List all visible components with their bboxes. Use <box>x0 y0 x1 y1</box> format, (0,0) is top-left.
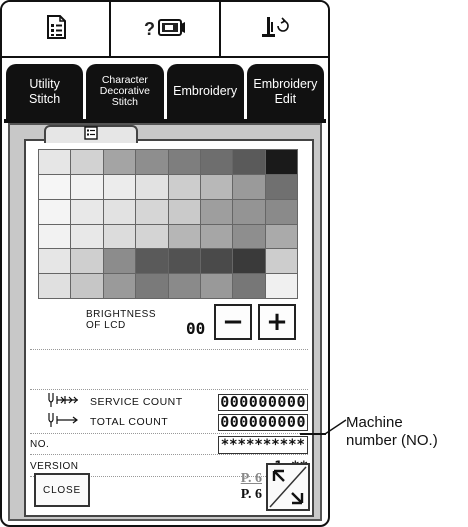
palette-swatch[interactable] <box>103 150 137 175</box>
total-count-value: 000000000 <box>218 412 308 431</box>
service-count-icon <box>46 392 80 413</box>
palette-swatch[interactable] <box>265 174 298 200</box>
machine-number-label: NO. <box>30 439 50 450</box>
brightness-label: BRIGHTNESS OF LCD <box>86 309 157 331</box>
palette-swatch[interactable] <box>168 224 201 250</box>
settings-page-tab <box>44 125 138 143</box>
palette-swatch[interactable] <box>200 199 234 225</box>
brightness-increase-button[interactable]: + <box>258 304 296 340</box>
palette-swatch[interactable] <box>103 249 137 275</box>
tab-embroidery[interactable]: Embroidery <box>166 64 244 119</box>
page-indicator: P. 6 P. 6 <box>230 471 262 503</box>
palette-swatch[interactable] <box>39 199 72 225</box>
palette-swatch[interactable] <box>200 224 234 250</box>
palette-swatch[interactable] <box>200 274 234 299</box>
callout-connector <box>324 419 347 435</box>
palette-swatch[interactable] <box>136 249 169 275</box>
palette-swatch[interactable] <box>103 274 137 299</box>
palette-swatch[interactable] <box>71 249 104 275</box>
palette-swatch[interactable] <box>265 249 298 275</box>
palette-swatch[interactable] <box>71 150 104 175</box>
palette-swatch[interactable] <box>168 174 201 200</box>
machine-lcd-screen: ? Utility Stitch Character Decorative St… <box>0 0 330 527</box>
palette-swatch[interactable] <box>168 274 201 299</box>
palette-swatch[interactable] <box>103 174 137 200</box>
palette-swatch[interactable] <box>265 224 298 250</box>
palette-swatch[interactable] <box>71 224 104 250</box>
service-count-row: SERVICE COUNT 000000000 <box>46 392 308 413</box>
settings-list-icon <box>44 14 68 45</box>
mode-tabs: Utility Stitch Character Decorative Stit… <box>6 64 324 119</box>
callout-line <box>300 433 326 435</box>
settings-button[interactable] <box>2 2 112 56</box>
palette-swatch[interactable] <box>200 249 234 275</box>
palette-swatch[interactable] <box>136 224 169 250</box>
divider <box>30 349 308 350</box>
palette-swatch[interactable] <box>233 199 266 225</box>
page-arrows-icon <box>269 466 307 508</box>
service-count-value: 000000000 <box>218 392 308 411</box>
presser-foot-icon <box>259 14 290 45</box>
brightness-decrease-button[interactable]: − <box>214 304 252 340</box>
palette-swatch[interactable] <box>39 224 72 250</box>
settings-list-icon <box>83 125 99 145</box>
palette-swatch[interactable] <box>136 150 169 175</box>
top-toolbar: ? <box>2 2 328 58</box>
palette-swatch[interactable] <box>168 199 201 225</box>
palette-swatch[interactable] <box>103 199 137 225</box>
palette-swatch[interactable] <box>200 150 234 175</box>
palette-swatch[interactable] <box>265 150 298 175</box>
page-total: P. 6 <box>240 487 262 502</box>
machine-number-callout: Machine number (NO.) <box>346 414 438 449</box>
brightness-value: 00 <box>186 319 206 338</box>
palette-swatch[interactable] <box>39 274 72 299</box>
settings-page: BRIGHTNESS OF LCD 00 − + SERVICE COUNT 0… <box>24 125 314 517</box>
tab-utility-stitch[interactable]: Utility Stitch <box>6 64 84 119</box>
palette-swatch[interactable] <box>71 174 104 200</box>
page-scroll-button[interactable] <box>266 463 310 511</box>
help-question-mark: ? <box>143 18 155 39</box>
palette-swatch[interactable] <box>71 274 104 299</box>
palette-swatch[interactable] <box>233 224 266 250</box>
help-video-icon <box>156 15 186 44</box>
palette-swatch[interactable] <box>265 274 298 299</box>
palette-swatch[interactable] <box>265 199 298 225</box>
tab-embroidery-edit[interactable]: Embroidery Edit <box>246 64 324 119</box>
palette-swatch[interactable] <box>39 174 72 200</box>
palette-swatch[interactable] <box>233 274 266 299</box>
palette-swatch[interactable] <box>168 249 201 275</box>
palette-swatch[interactable] <box>71 199 104 225</box>
total-count-label: TOTAL COUNT <box>90 416 169 428</box>
palette-swatch[interactable] <box>103 224 137 250</box>
palette-swatch[interactable] <box>233 150 266 175</box>
total-count-row: TOTAL COUNT 000000000 <box>46 412 308 433</box>
divider <box>30 433 308 434</box>
palette-swatch[interactable] <box>233 174 266 200</box>
tab-character-decorative-stitch[interactable]: Character Decorative Stitch <box>86 64 164 119</box>
palette-swatch[interactable] <box>233 249 266 275</box>
divider <box>30 389 308 390</box>
palette-swatch[interactable] <box>136 199 169 225</box>
help-button[interactable]: ? <box>111 2 221 56</box>
palette-swatch[interactable] <box>136 174 169 200</box>
close-button[interactable]: CLOSE <box>34 473 90 507</box>
total-count-icon <box>46 412 80 433</box>
service-count-label: SERVICE COUNT <box>90 396 183 408</box>
palette-swatch[interactable] <box>39 150 72 175</box>
palette-swatch[interactable] <box>200 174 234 200</box>
palette-swatch[interactable] <box>39 249 72 275</box>
machine-number-value: ********** <box>217 435 308 454</box>
screen-color-palette <box>38 149 298 299</box>
palette-swatch[interactable] <box>136 274 169 299</box>
presser-foot-button[interactable] <box>221 2 328 56</box>
palette-swatch[interactable] <box>168 150 201 175</box>
page-current: P. 6 <box>240 471 262 486</box>
settings-panel: BRIGHTNESS OF LCD 00 − + SERVICE COUNT 0… <box>8 123 322 521</box>
machine-number-row: NO. ********** <box>30 435 308 455</box>
